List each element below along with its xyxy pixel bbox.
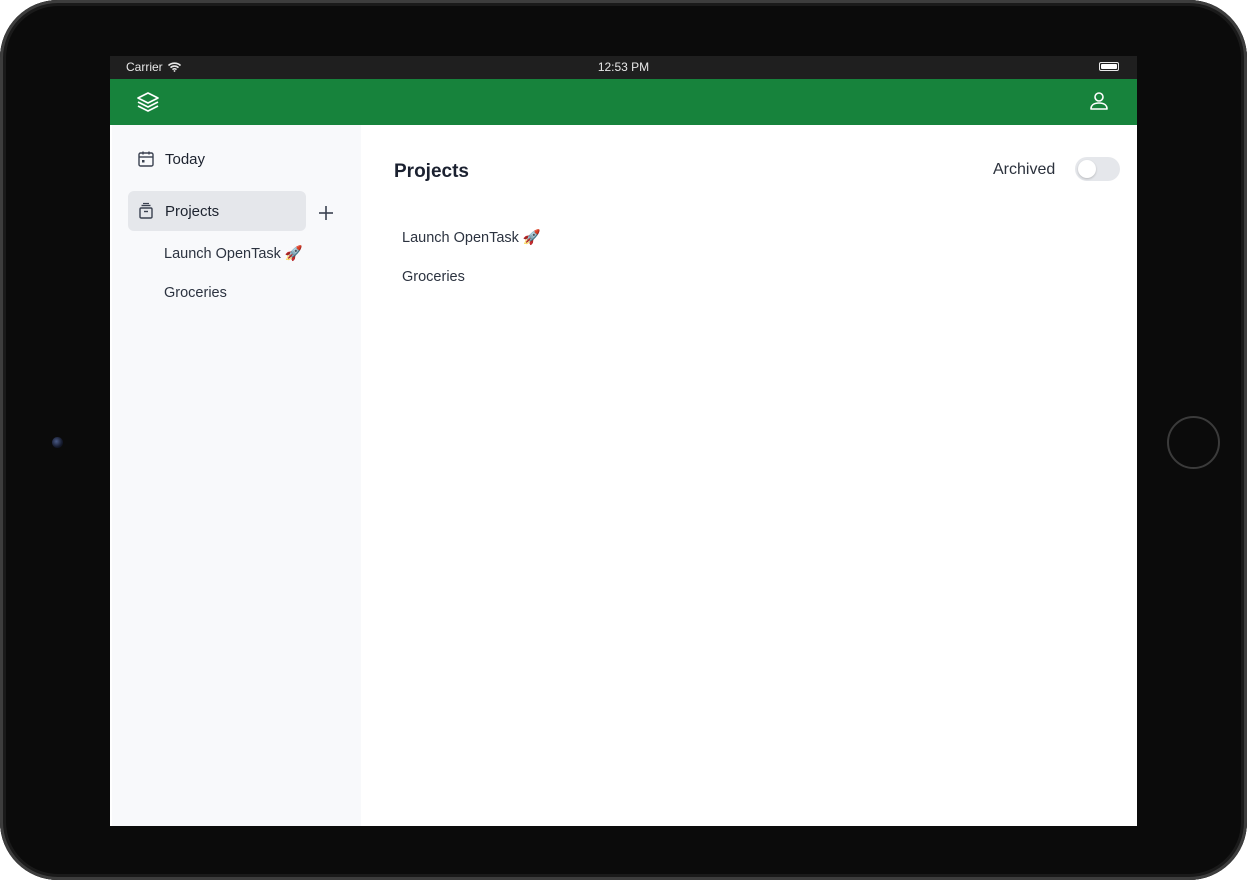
sidebar-item-today[interactable]: Today xyxy=(128,139,306,179)
sidebar-project-item[interactable]: Launch OpenTask 🚀 xyxy=(164,245,303,262)
project-list-item[interactable]: Launch OpenTask 🚀 xyxy=(402,229,541,246)
calendar-icon xyxy=(138,151,154,167)
sidebar-item-projects[interactable]: Projects xyxy=(128,191,306,231)
front-camera xyxy=(52,437,63,448)
archived-label: Archived xyxy=(993,161,1056,178)
home-button[interactable] xyxy=(1167,416,1220,469)
archive-icon xyxy=(139,202,153,219)
main-content: Projects Archived Launch OpenTask 🚀 Groc… xyxy=(361,125,1137,826)
app-screen: Carrier 12:53 PM Today Projects Launch O… xyxy=(110,56,1137,826)
sidebar-project-item[interactable]: Groceries xyxy=(164,285,227,301)
user-icon[interactable] xyxy=(1088,90,1110,112)
archived-toggle[interactable] xyxy=(1075,157,1120,181)
layers-icon[interactable] xyxy=(135,90,161,114)
toggle-knob xyxy=(1078,160,1096,178)
ipad-frame: Carrier 12:53 PM Today Projects Launch O… xyxy=(0,0,1247,880)
app-header xyxy=(110,79,1137,125)
page-title: Projects xyxy=(394,161,469,182)
sidebar: Today Projects Launch OpenTask 🚀 Groceri… xyxy=(112,125,361,826)
project-list-item[interactable]: Groceries xyxy=(402,269,465,285)
sidebar-item-label: Today xyxy=(165,150,206,168)
status-bar: Carrier 12:53 PM xyxy=(110,56,1137,79)
status-time: 12:53 PM xyxy=(597,60,650,74)
battery-icon xyxy=(1099,62,1119,71)
sidebar-item-label: Projects xyxy=(165,202,220,220)
plus-icon[interactable] xyxy=(315,202,337,224)
